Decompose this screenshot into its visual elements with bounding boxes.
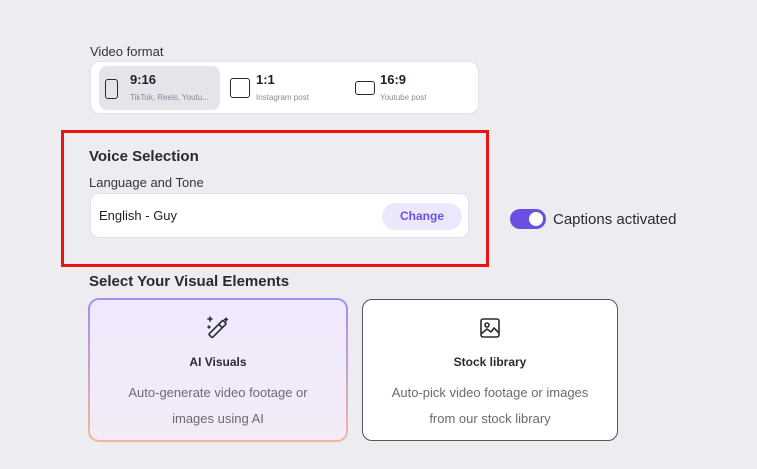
- ai-visuals-description: Auto-generate video footage or images us…: [128, 385, 308, 426]
- change-voice-button[interactable]: Change: [382, 203, 462, 230]
- portrait-frame-icon: [105, 79, 118, 99]
- format-subtitle: Youtube post: [380, 93, 427, 102]
- image-icon: [480, 318, 500, 338]
- format-ratio: 16:9: [380, 72, 407, 87]
- format-subtitle: TikTok, Reels, Youtu...: [130, 93, 209, 102]
- magic-wand-icon: [207, 316, 229, 339]
- format-option-9-16[interactable]: 9:16 TikTok, Reels, Youtu...: [99, 66, 220, 110]
- square-frame-icon: [230, 78, 250, 98]
- voice-selection-title: Voice Selection: [89, 148, 199, 165]
- ai-visuals-card[interactable]: AI Visuals Auto-generate video footage o…: [90, 300, 346, 440]
- video-format-selector: 9:16 TikTok, Reels, Youtu... 1:1 Instagr…: [90, 61, 479, 114]
- format-option-16-9[interactable]: 16:9 Youtube post: [350, 66, 470, 110]
- format-subtitle: Instagram post: [256, 93, 309, 102]
- voice-field: English - Guy Change: [90, 193, 469, 238]
- voice-value: English - Guy: [99, 208, 178, 223]
- format-ratio: 9:16: [130, 72, 157, 87]
- stock-library-card[interactable]: Stock library Auto-pick video footage or…: [362, 299, 618, 441]
- format-option-1-1[interactable]: 1:1 Instagram post: [226, 66, 344, 110]
- stock-library-description: Auto-pick video footage or images from o…: [391, 385, 589, 426]
- video-format-label: Video format: [90, 44, 164, 59]
- toggle-knob: [529, 212, 543, 226]
- captions-toggle[interactable]: [510, 209, 546, 229]
- landscape-frame-icon: [355, 81, 375, 95]
- captions-label: Captions activated: [553, 211, 677, 228]
- visual-elements-title: Select Your Visual Elements: [89, 273, 290, 290]
- language-tone-label: Language and Tone: [89, 175, 204, 190]
- stock-library-title: Stock library: [453, 355, 527, 369]
- format-ratio: 1:1: [256, 72, 275, 87]
- ai-visuals-title: AI Visuals: [189, 355, 247, 369]
